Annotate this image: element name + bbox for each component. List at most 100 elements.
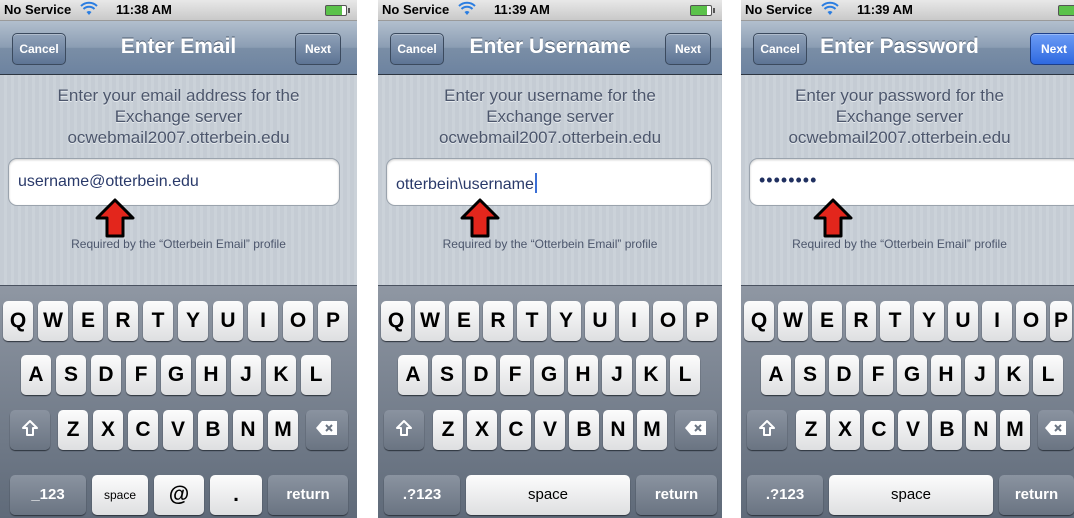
key-p[interactable]: P: [1050, 301, 1072, 341]
delete-key[interactable]: [1038, 410, 1074, 450]
key-q[interactable]: Q: [3, 301, 33, 341]
shift-key[interactable]: [10, 410, 50, 450]
key-x[interactable]: X: [467, 410, 497, 450]
key-j[interactable]: J: [965, 355, 995, 395]
key-q[interactable]: Q: [381, 301, 411, 341]
return-key[interactable]: return: [268, 475, 348, 515]
key-d[interactable]: D: [466, 355, 496, 395]
key-v[interactable]: V: [898, 410, 928, 450]
space-key[interactable]: space: [92, 475, 148, 515]
key-t[interactable]: T: [143, 301, 173, 341]
return-key[interactable]: return: [999, 475, 1074, 515]
key-t[interactable]: T: [880, 301, 910, 341]
key-w[interactable]: W: [778, 301, 808, 341]
key-u[interactable]: U: [213, 301, 243, 341]
key-e[interactable]: E: [812, 301, 842, 341]
username-field[interactable]: otterbein\username: [386, 158, 712, 206]
key-p[interactable]: P: [687, 301, 717, 341]
key-w[interactable]: W: [415, 301, 445, 341]
shift-key[interactable]: [747, 410, 787, 450]
key-c[interactable]: C: [501, 410, 531, 450]
key-s[interactable]: S: [432, 355, 462, 395]
key-y[interactable]: Y: [178, 301, 208, 341]
key-c[interactable]: C: [128, 410, 158, 450]
key-k[interactable]: K: [266, 355, 296, 395]
key-y[interactable]: Y: [914, 301, 944, 341]
key-h[interactable]: H: [196, 355, 226, 395]
key-f[interactable]: F: [500, 355, 530, 395]
numbers-key[interactable]: _123: [10, 475, 86, 515]
key-m[interactable]: M: [1000, 410, 1030, 450]
at-key[interactable]: @: [154, 475, 204, 515]
key-c[interactable]: C: [864, 410, 894, 450]
numbers-key[interactable]: .?123: [384, 475, 460, 515]
space-key[interactable]: space: [829, 475, 993, 515]
key-i[interactable]: I: [982, 301, 1012, 341]
key-s[interactable]: S: [56, 355, 86, 395]
key-l[interactable]: L: [301, 355, 331, 395]
delete-key[interactable]: [306, 410, 348, 450]
key-n[interactable]: N: [966, 410, 996, 450]
key-k[interactable]: K: [636, 355, 666, 395]
key-o[interactable]: O: [1016, 301, 1046, 341]
key-g[interactable]: G: [534, 355, 564, 395]
key-r[interactable]: R: [483, 301, 513, 341]
key-h[interactable]: H: [931, 355, 961, 395]
key-j[interactable]: J: [231, 355, 261, 395]
key-m[interactable]: M: [268, 410, 298, 450]
key-v[interactable]: V: [535, 410, 565, 450]
key-z[interactable]: Z: [58, 410, 88, 450]
next-button[interactable]: Next: [665, 33, 711, 65]
key-g[interactable]: G: [161, 355, 191, 395]
key-y[interactable]: Y: [551, 301, 581, 341]
key-o[interactable]: O: [283, 301, 313, 341]
key-z[interactable]: Z: [796, 410, 826, 450]
key-p[interactable]: P: [318, 301, 348, 341]
password-field[interactable]: ••••••••: [749, 158, 1074, 206]
key-l[interactable]: L: [1033, 355, 1063, 395]
key-j[interactable]: J: [602, 355, 632, 395]
key-s[interactable]: S: [795, 355, 825, 395]
key-o[interactable]: O: [653, 301, 683, 341]
return-key[interactable]: return: [636, 475, 717, 515]
key-n[interactable]: N: [603, 410, 633, 450]
key-v[interactable]: V: [163, 410, 193, 450]
key-w[interactable]: W: [38, 301, 68, 341]
period-key[interactable]: .: [210, 475, 262, 515]
key-b[interactable]: B: [932, 410, 962, 450]
key-f[interactable]: F: [863, 355, 893, 395]
key-x[interactable]: X: [93, 410, 123, 450]
next-button[interactable]: Next: [295, 33, 341, 65]
space-key[interactable]: space: [466, 475, 630, 515]
key-e[interactable]: E: [449, 301, 479, 341]
key-r[interactable]: R: [108, 301, 138, 341]
key-f[interactable]: F: [126, 355, 156, 395]
email-field[interactable]: username@otterbein.edu: [8, 158, 340, 206]
numbers-key[interactable]: .?123: [747, 475, 823, 515]
key-d[interactable]: D: [91, 355, 121, 395]
key-u[interactable]: U: [948, 301, 978, 341]
key-t[interactable]: T: [517, 301, 547, 341]
key-h[interactable]: H: [568, 355, 598, 395]
key-b[interactable]: B: [569, 410, 599, 450]
key-z[interactable]: Z: [433, 410, 463, 450]
next-button[interactable]: Next: [1030, 33, 1074, 65]
key-n[interactable]: N: [233, 410, 263, 450]
key-i[interactable]: I: [248, 301, 278, 341]
key-k[interactable]: K: [999, 355, 1029, 395]
key-u[interactable]: U: [585, 301, 615, 341]
key-l[interactable]: L: [670, 355, 700, 395]
key-d[interactable]: D: [829, 355, 859, 395]
key-r[interactable]: R: [846, 301, 876, 341]
key-a[interactable]: A: [761, 355, 791, 395]
key-x[interactable]: X: [830, 410, 860, 450]
key-q[interactable]: Q: [744, 301, 774, 341]
key-g[interactable]: G: [897, 355, 927, 395]
key-e[interactable]: E: [73, 301, 103, 341]
delete-key[interactable]: [675, 410, 717, 450]
key-b[interactable]: B: [198, 410, 228, 450]
shift-key[interactable]: [384, 410, 424, 450]
key-i[interactable]: I: [619, 301, 649, 341]
key-m[interactable]: M: [637, 410, 667, 450]
key-a[interactable]: A: [21, 355, 51, 395]
